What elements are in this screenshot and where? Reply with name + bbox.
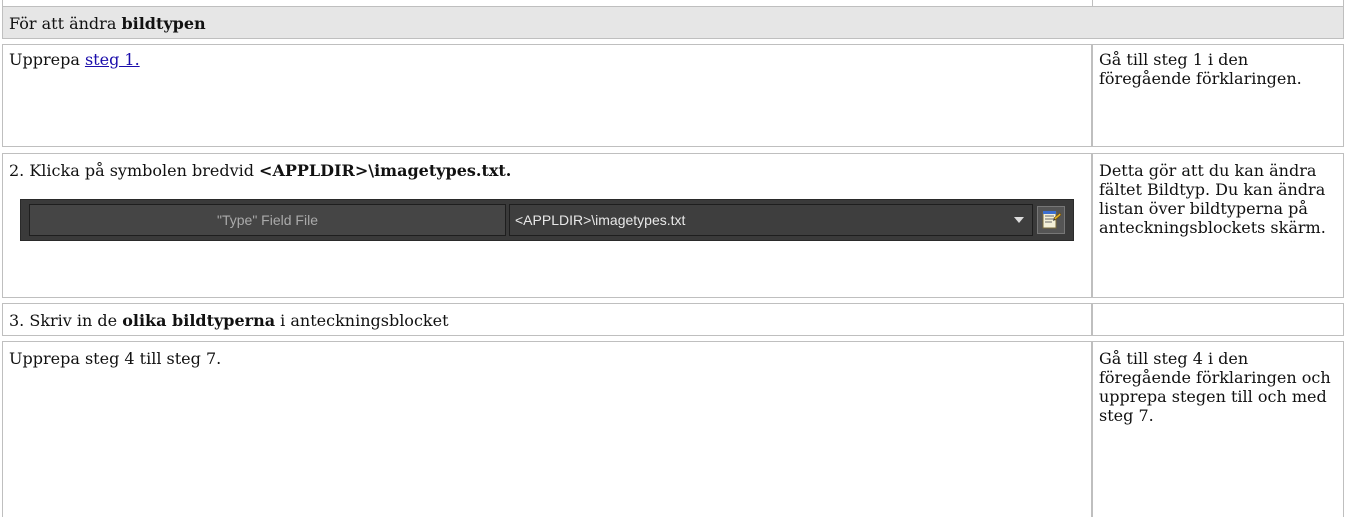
step-3-suffix: i anteckningsblocket	[275, 311, 449, 330]
step-1-note-text: Gå till steg 1 i den föregående förklari…	[1099, 50, 1302, 88]
step-3-bold: olika bildtyperna	[122, 311, 276, 330]
section-header: För att ändra bildtypen	[2, 6, 1344, 39]
step-2-note-text: Detta gör att du kan ändra fältet Bildty…	[1099, 161, 1326, 237]
step-3-instruction: 3. Skriv in de olika bildtyperna i antec…	[2, 303, 1092, 336]
notepad-edit-icon	[1042, 211, 1062, 229]
step-4-note: Gå till steg 4 i den föregående förklari…	[1092, 341, 1344, 517]
step-1-note: Gå till steg 1 i den föregående förklari…	[1092, 44, 1344, 147]
step-4-note-text: Gå till steg 4 i den föregående förklari…	[1099, 349, 1331, 425]
step-3-text: 3. Skriv in de	[9, 311, 123, 330]
step-1-link[interactable]: steg 1.	[85, 50, 140, 69]
chevron-down-icon[interactable]	[1014, 217, 1024, 223]
section-header-bold: bildtypen	[121, 14, 206, 33]
type-field-file-select[interactable]: <APPLDIR>\imagetypes.txt	[509, 204, 1033, 236]
step-2-note: Detta gör att du kan ändra fältet Bildty…	[1092, 153, 1344, 298]
type-field-file-label: "Type" Field File	[29, 204, 506, 236]
type-field-file-widget: "Type" Field File <APPLDIR>\imagetypes.t…	[20, 199, 1074, 241]
step-2-path: <APPLDIR>\imagetypes.txt.	[259, 161, 512, 180]
section-header-text: För att ändra	[9, 14, 122, 33]
step-1-instruction: Upprepa steg 1.	[2, 44, 1092, 147]
step-4-text: Upprepa steg 4 till steg 7.	[9, 349, 222, 368]
type-field-file-value: <APPLDIR>\imagetypes.txt	[515, 211, 686, 228]
step-3-note	[1092, 303, 1344, 336]
edit-file-button[interactable]	[1037, 206, 1065, 234]
step-2-instruction: 2. Klicka på symbolen bredvid <APPLDIR>\…	[2, 153, 1092, 298]
step-2-text: 2. Klicka på symbolen bredvid	[9, 161, 260, 180]
step-1-text: Upprepa	[9, 50, 85, 69]
step-4-instruction: Upprepa steg 4 till steg 7.	[2, 341, 1092, 517]
